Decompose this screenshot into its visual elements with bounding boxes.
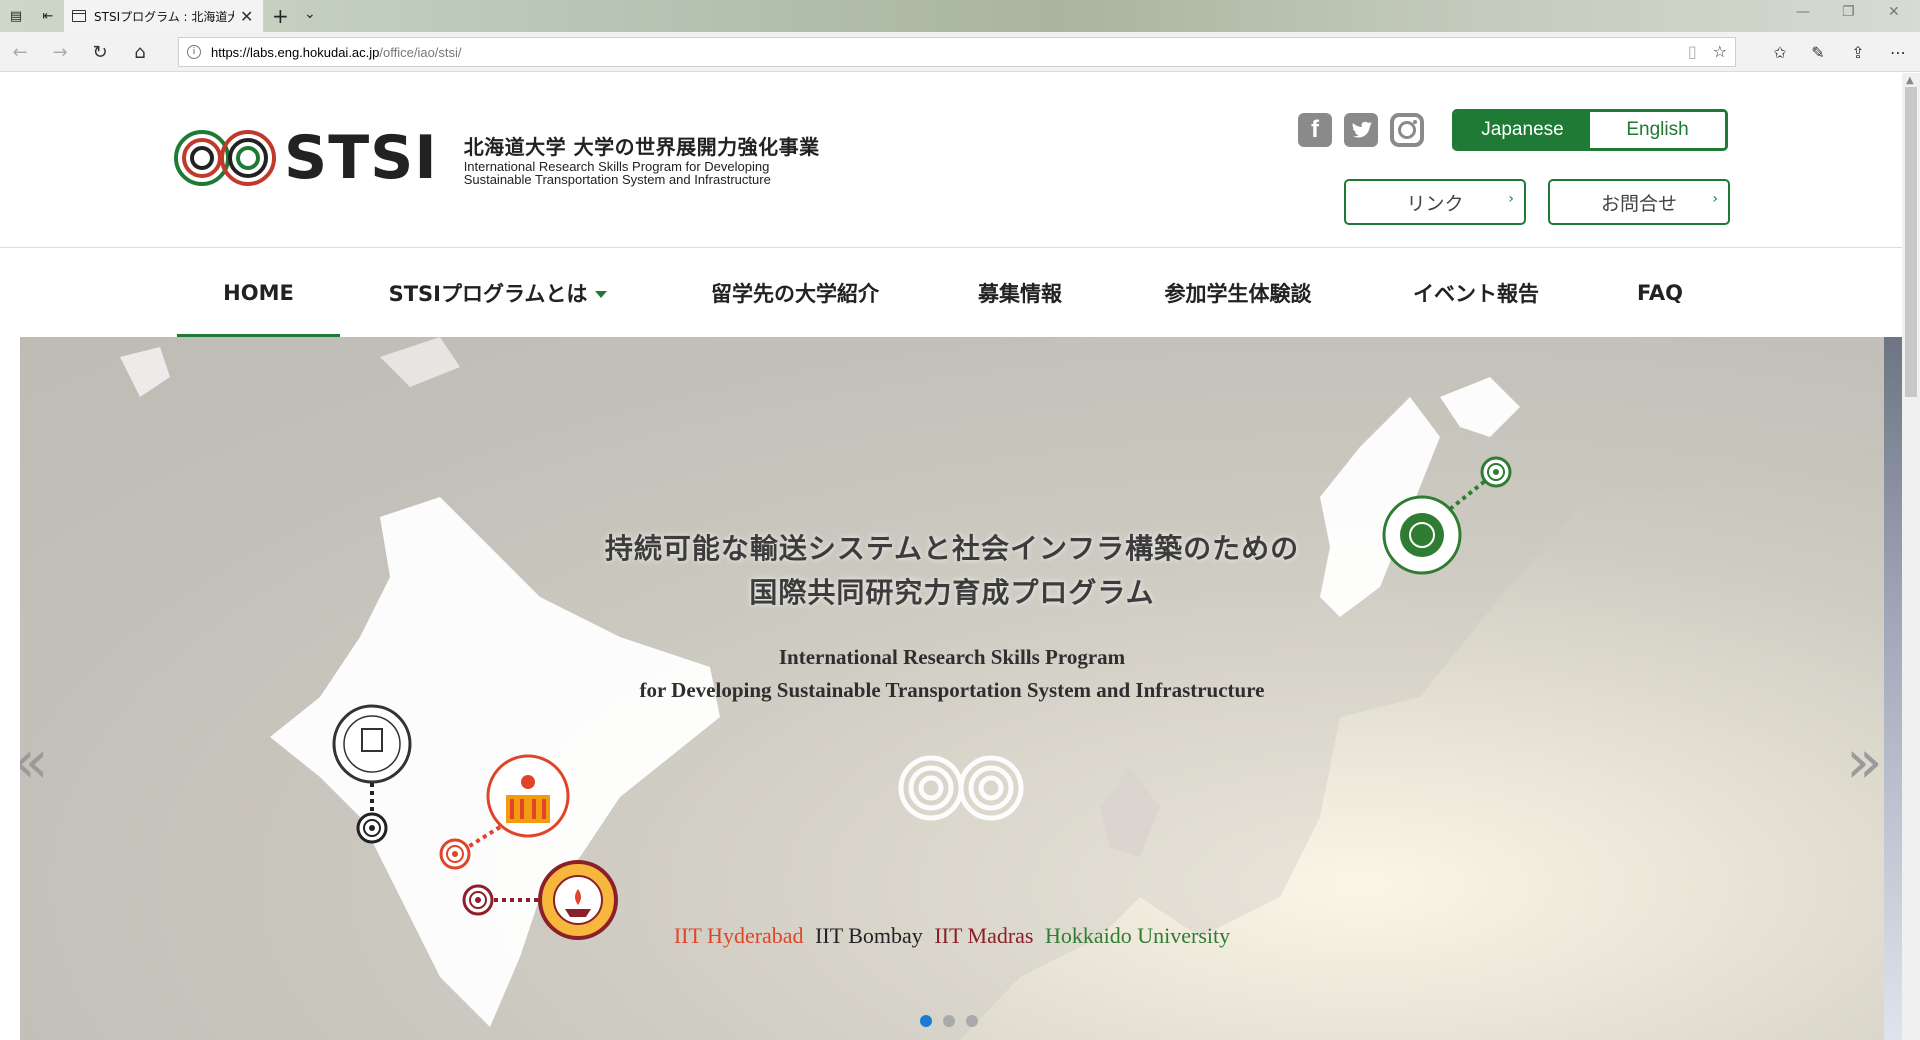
hero-subtitle-line-1: International Research Skills Program	[778, 645, 1126, 669]
chevron-down-icon[interactable]: ⌄	[304, 6, 316, 22]
page-icon	[72, 10, 86, 22]
nav-experience[interactable]: 参加学生体験談	[1146, 248, 1330, 338]
hero-subtitle: International Research Skills Program fo…	[20, 641, 1884, 707]
partner-universities: IIT Hyderabad IIT Bombay IIT Madras Hokk…	[20, 923, 1884, 949]
site-logo[interactable]: STSI 北海道大学 大学の世界展開力強化事業 International Re…	[174, 127, 820, 189]
link-button-label: リンク	[1406, 192, 1464, 215]
nav-about[interactable]: STSIプログラムとは	[372, 248, 624, 338]
pen-icon[interactable]: ✎	[1806, 40, 1830, 64]
next-slide-peek	[1884, 337, 1902, 1040]
chevron-right-icon: ›	[1508, 191, 1514, 207]
restore-icon[interactable]: ❐	[1842, 4, 1855, 20]
uni-iit-hyderabad: IIT Hyderabad	[673, 923, 804, 948]
contact-button[interactable]: お問合せ ›	[1548, 179, 1730, 225]
logo-jp-text: 北海道大学 大学の世界展開力強化事業	[463, 134, 820, 159]
chevron-right-icon: ›	[1712, 191, 1718, 207]
hero-slider: 持続可能な輸送システムと社会インフラ構築のための 国際共同研究力育成プログラム …	[20, 337, 1884, 1040]
tab-title: STSIプログラム : 北海道大	[94, 9, 234, 24]
page-scrollbar[interactable]: ▲	[1902, 73, 1920, 1040]
refresh-icon[interactable]: ↻	[88, 40, 112, 64]
scrollbar-thumb[interactable]	[1905, 87, 1917, 397]
favorite-star-icon[interactable]: ☆	[1713, 42, 1727, 61]
page-viewport: STSI 北海道大学 大学の世界展開力強化事業 International Re…	[0, 73, 1920, 1040]
uni-hokkaido: Hokkaido University	[1044, 923, 1231, 948]
main-nav: HOME STSIプログラムとは 留学先の大学紹介 募集情報 参加学生体験談 イ…	[0, 247, 1902, 338]
next-slide-arrow-icon[interactable]: »	[1846, 727, 1883, 797]
hero-title: 持続可能な輸送システムと社会インフラ構築のための 国際共同研究力育成プログラム	[20, 527, 1884, 615]
browser-tab[interactable]: STSIプログラム : 北海道大 ✕	[64, 0, 264, 32]
reading-view-icon[interactable]: ▯	[1688, 42, 1697, 61]
infinity-logo-icon	[174, 130, 276, 186]
nav-recruit[interactable]: 募集情報	[960, 248, 1080, 338]
link-button[interactable]: リンク ›	[1344, 179, 1526, 225]
lang-english-button[interactable]: English	[1590, 112, 1725, 148]
contact-button-label: お問合せ	[1600, 192, 1677, 215]
close-window-icon[interactable]: ✕	[1888, 4, 1900, 20]
lang-japanese-button[interactable]: Japanese	[1455, 112, 1590, 148]
nav-faq[interactable]: FAQ	[1620, 248, 1700, 338]
logo-en-line-1: International Research Skills Program fo…	[463, 158, 770, 174]
minimize-icon[interactable]: —	[1796, 4, 1810, 20]
facebook-icon[interactable]: f	[1298, 113, 1332, 147]
browser-titlebar: ▤ ⇤ STSIプログラム : 北海道大 ✕ + ⌄ — ❐ ✕	[0, 0, 1920, 32]
back-arrow-icon[interactable]: ←	[8, 40, 32, 64]
slide-dot-2[interactable]	[943, 1015, 955, 1027]
hero-subtitle-line-2: for Developing Sustainable Transportatio…	[639, 678, 1265, 702]
hero-title-line-2: 国際共同研究力育成プログラム	[749, 576, 1155, 609]
nav-universities[interactable]: 留学先の大学紹介	[690, 248, 900, 338]
more-icon[interactable]: ⋯	[1886, 40, 1910, 64]
twitter-icon[interactable]	[1344, 113, 1378, 147]
instagram-icon[interactable]	[1390, 113, 1424, 147]
prev-slide-arrow-icon[interactable]: «	[20, 727, 49, 797]
info-icon[interactable]: i	[187, 45, 201, 59]
share-icon[interactable]: ⇪	[1846, 40, 1870, 64]
favorites-hub-icon[interactable]: ✩	[1768, 40, 1792, 64]
logo-en-line-2: Sustainable Transportation System and In…	[463, 171, 771, 187]
site-header: STSI 北海道大学 大学の世界展開力強化事業 International Re…	[0, 73, 1902, 247]
logo-stsi-text: STSI	[284, 123, 438, 193]
slide-indicators	[920, 1015, 978, 1027]
tab-actions-icon[interactable]: ▤	[6, 6, 26, 26]
nav-events[interactable]: イベント報告	[1396, 248, 1556, 338]
home-icon[interactable]: ⌂	[128, 40, 152, 64]
set-tabs-aside-icon[interactable]: ⇤	[38, 6, 58, 26]
uni-iit-bombay: IIT Bombay	[815, 923, 923, 948]
scroll-up-icon[interactable]: ▲	[1906, 75, 1914, 86]
url-text: https://labs.eng.hokudai.ac.jp/office/ia…	[211, 44, 462, 60]
forward-arrow-icon[interactable]: →	[48, 40, 72, 64]
close-tab-icon[interactable]: ✕	[240, 7, 253, 26]
uni-iit-madras: IIT Madras	[934, 923, 1034, 948]
address-bar[interactable]: i https://labs.eng.hokudai.ac.jp/office/…	[178, 37, 1736, 67]
nav-home[interactable]: HOME	[177, 248, 340, 338]
social-links: f	[1298, 113, 1424, 147]
new-tab-icon[interactable]: +	[272, 4, 289, 28]
address-toolbar: ← → ↻ ⌂ i https://labs.eng.hokudai.ac.jp…	[0, 32, 1920, 72]
dropdown-caret-icon	[595, 290, 608, 298]
language-switch: Japanese English	[1452, 109, 1728, 151]
slide-dot-3[interactable]	[966, 1015, 978, 1027]
slide-dot-1[interactable]	[920, 1015, 932, 1027]
hero-title-line-1: 持続可能な輸送システムと社会インフラ構築のための	[604, 532, 1300, 565]
